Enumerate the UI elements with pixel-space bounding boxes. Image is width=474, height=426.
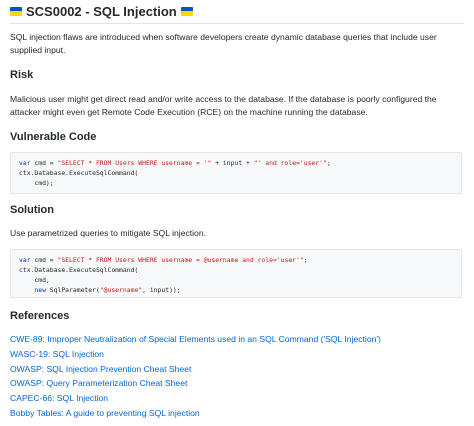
document-page: SCS0002 - SQL Injection SQL injection fl… xyxy=(0,0,474,426)
reference-item: Bobby Tables: A guide to preventing SQL … xyxy=(10,406,381,421)
reference-link-bobby-tables[interactable]: Bobby Tables: A guide to preventing SQL … xyxy=(10,408,200,418)
reference-link-owasp-prevention[interactable]: OWASP: SQL Injection Prevention Cheat Sh… xyxy=(10,364,191,374)
reference-link-wasc-19[interactable]: WASC-19: SQL Injection xyxy=(10,349,104,359)
reference-item: CWE-89: Improper Neutralization of Speci… xyxy=(10,332,381,347)
references-list: CWE-89: Improper Neutralization of Speci… xyxy=(10,332,381,421)
reference-link-cwe-89[interactable]: CWE-89: Improper Neutralization of Speci… xyxy=(10,334,381,344)
ukraine-flag-icon xyxy=(10,6,22,16)
solution-text: Use parametrized queries to mitigate SQL… xyxy=(10,228,206,238)
reference-item: CAPEC-66: SQL Injection xyxy=(10,391,381,406)
vulnerable-code-block: var cmd = "SELECT * FROM Users WHERE use… xyxy=(10,152,462,194)
references-heading: References xyxy=(10,310,70,322)
reference-item: OWASP: Query Parameterization Cheat Shee… xyxy=(10,376,381,391)
title-divider xyxy=(10,23,464,24)
reference-link-owasp-parameterization[interactable]: OWASP: Query Parameterization Cheat Shee… xyxy=(10,378,187,388)
intro-text: SQL injection flaws are introduced when … xyxy=(10,32,437,55)
page-title: SCS0002 - SQL Injection xyxy=(26,3,177,19)
risk-heading: Risk xyxy=(10,69,34,81)
risk-text: Malicious user might get direct read and… xyxy=(10,94,437,117)
ukraine-flag-icon xyxy=(180,6,193,16)
vulnerable-code-heading: Vulnerable Code xyxy=(10,131,97,143)
solution-heading: Solution xyxy=(10,204,54,216)
title-row: SCS0002 - SQL Injection xyxy=(10,2,193,20)
reference-item: OWASP: SQL Injection Prevention Cheat Sh… xyxy=(10,362,381,377)
reference-item: WASC-19: SQL Injection xyxy=(10,347,381,362)
solution-code-block: var cmd = "SELECT * FROM Users WHERE use… xyxy=(10,249,462,298)
reference-link-capec-66[interactable]: CAPEC-66: SQL Injection xyxy=(10,393,108,403)
